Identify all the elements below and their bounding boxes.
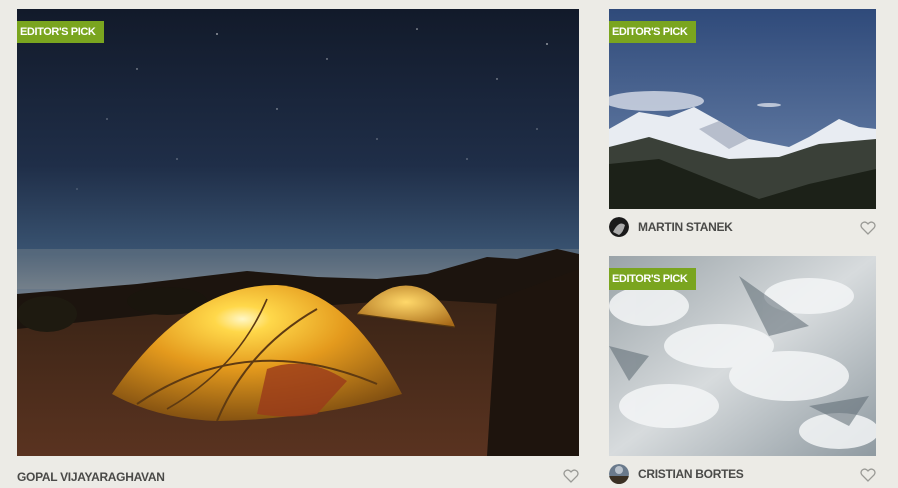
photo-card-small-top: EDITOR'S PICK MARTIN STANEK bbox=[609, 9, 876, 237]
photo-tents-night[interactable]: EDITOR'S PICK bbox=[17, 9, 579, 456]
author-meta: MARTIN STANEK bbox=[609, 217, 876, 237]
author-meta: GOPAL VIJAYARAGHAVAN bbox=[17, 467, 579, 487]
photo-aerial-clouds[interactable]: EDITOR'S PICK bbox=[609, 256, 876, 456]
author-name[interactable]: GOPAL VIJAYARAGHAVAN bbox=[17, 470, 165, 484]
author-avatar[interactable] bbox=[609, 217, 629, 237]
author-meta: CRISTIAN BORTES bbox=[609, 464, 876, 484]
editors-pick-badge: EDITOR'S PICK bbox=[609, 21, 697, 43]
heart-icon[interactable] bbox=[860, 221, 876, 235]
heart-icon[interactable] bbox=[860, 468, 876, 482]
editors-pick-badge: EDITOR'S PICK bbox=[17, 21, 105, 43]
photo-card-small-bottom: EDITOR'S PICK CRISTIAN BORTES bbox=[609, 256, 876, 484]
author-name[interactable]: MARTIN STANEK bbox=[638, 220, 733, 234]
editors-pick-badge: EDITOR'S PICK bbox=[609, 268, 697, 290]
photo-card-large: EDITOR'S PICK GOPAL VIJAYARAGHAVAN bbox=[17, 9, 579, 484]
tents-night-image bbox=[17, 9, 579, 456]
author-avatar[interactable] bbox=[609, 464, 629, 484]
author-name[interactable]: CRISTIAN BORTES bbox=[638, 467, 744, 481]
photo-snowy-mountains[interactable]: EDITOR'S PICK bbox=[609, 9, 876, 209]
heart-icon[interactable] bbox=[563, 469, 579, 483]
